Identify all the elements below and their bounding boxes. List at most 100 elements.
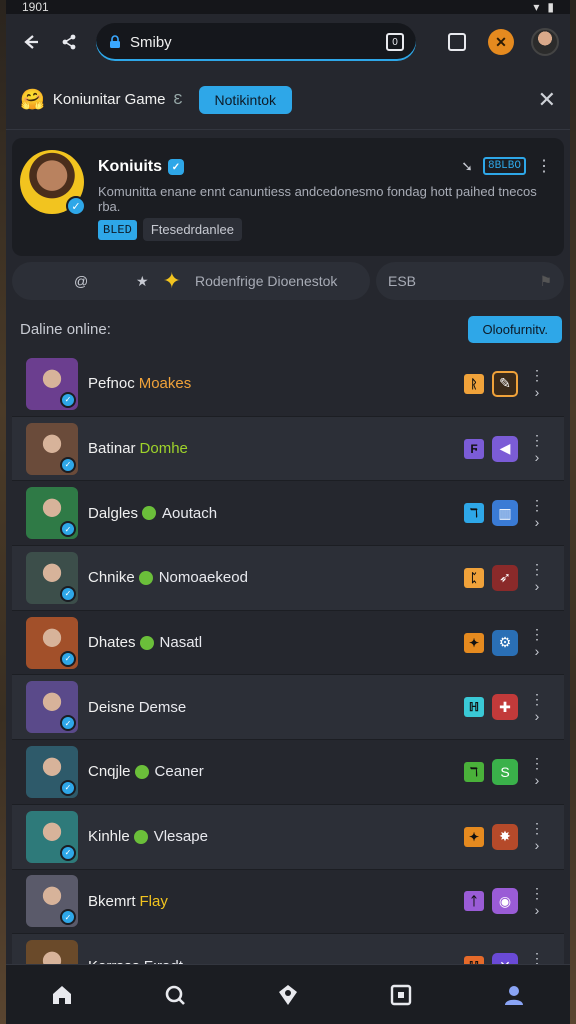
profile-name: Koniuits (98, 158, 162, 175)
tabs-icon[interactable] (440, 25, 474, 59)
member-status: Aoutach (162, 504, 218, 522)
member-avatar[interactable]: ✓ (26, 551, 78, 604)
member-row[interactable]: ✓ Deisne Demse ℍ ✚ ⋮ › (12, 675, 564, 741)
member-avatar[interactable]: ✓ (26, 745, 78, 798)
action-pill-main[interactable]: @ ★ ✦ Rodenfrige Dioenestok (12, 262, 370, 300)
group-emoji: 🤗 (20, 89, 45, 111)
profile-tag-code[interactable]: BLED (98, 219, 137, 240)
row-more-icon[interactable]: ⋮ › (526, 885, 548, 918)
member-avatar[interactable]: ✓ (26, 681, 78, 734)
row-more-icon[interactable]: ⋮ › (526, 820, 548, 853)
member-list: ✓ Pefnoc Moakes ᚱ ✎ ⋮ › ✓ Batinar Domhe … (12, 352, 564, 999)
role-icon[interactable]: ℸ (464, 503, 484, 524)
lock-icon (110, 35, 120, 48)
more-options-icon[interactable]: ⋮ (536, 156, 552, 176)
member-status: Nasatl (159, 634, 203, 652)
member-row[interactable]: ✓ Dhates Nasatl ✦ ⚙ ⋮ › (12, 610, 564, 676)
member-name: Pefnoc (88, 375, 135, 393)
member-name: Chnike (88, 569, 135, 587)
status-bar: 1901 ▾ ▮ (6, 0, 570, 14)
game-icon[interactable]: ✎ (492, 370, 518, 397)
row-more-icon[interactable]: ⋮ › (526, 691, 548, 724)
member-row[interactable]: ✓ Chnike Nomoaekeod ᛈ ➶ ⋮ › (12, 546, 564, 611)
at-icon[interactable]: @ (74, 273, 88, 289)
online-dot-icon (142, 506, 157, 521)
profile-description: Komunitta enane ennt canuntiess andcedon… (98, 184, 537, 214)
role-icon[interactable]: ✦ (464, 826, 484, 847)
member-status: Vlesape (153, 828, 208, 846)
role-icon[interactable]: ℍ (464, 697, 484, 718)
game-icon[interactable]: ⚙ (492, 629, 518, 656)
member-avatar[interactable]: ✓ (26, 357, 78, 410)
search-bar[interactable]: 0 (96, 23, 416, 61)
tab-counter-icon[interactable]: 0 (386, 33, 404, 51)
home-icon[interactable] (40, 973, 84, 1017)
star-icon[interactable]: ★ (136, 273, 149, 290)
online-dot-icon (133, 829, 148, 844)
bottom-nav (6, 964, 570, 1024)
member-row[interactable]: ✓ Bkemrt Flay ᛏ ◉ ⋮ › (12, 869, 564, 935)
game-icon[interactable]: ◀ (492, 435, 518, 462)
row-more-icon[interactable]: ⋮ › (526, 432, 548, 465)
game-icon[interactable]: ➶ (492, 564, 518, 591)
role-icon[interactable]: Ϝ (464, 438, 484, 459)
role-icon[interactable]: ᛏ (464, 891, 484, 912)
role-icon[interactable]: ✦ (464, 632, 484, 653)
square-icon[interactable] (379, 973, 423, 1017)
verified-icon: ✓ (60, 650, 76, 667)
account-avatar[interactable] (528, 25, 562, 59)
search-input[interactable] (130, 33, 378, 51)
code-badge[interactable]: 8BLBO (482, 157, 526, 175)
verified-badge-icon: ✓ (168, 159, 184, 175)
member-avatar[interactable]: ✓ (26, 422, 78, 475)
game-icon[interactable]: ◉ (492, 888, 518, 915)
member-status: Ceaner (154, 763, 204, 781)
search-icon[interactable] (153, 973, 197, 1017)
role-icon[interactable]: ᚱ (464, 373, 484, 394)
share-icon[interactable] (52, 25, 86, 59)
game-icon[interactable]: ✚ (492, 694, 518, 721)
row-more-icon[interactable]: ⋮ › (526, 497, 548, 530)
online-dot-icon (138, 570, 153, 585)
member-name: Dalgles (88, 504, 139, 522)
profile-icon[interactable] (492, 973, 536, 1017)
member-name: Kinhle (88, 828, 130, 846)
member-row[interactable]: ✓ Cnqjle Ceaner ℸ S ⋮ › (12, 740, 564, 805)
row-more-icon[interactable]: ⋮ › (526, 367, 548, 400)
member-row[interactable]: ✓ Batinar Domhe Ϝ ◀ ⋮ › (12, 416, 564, 482)
action-row: @ ★ ✦ Rodenfrige Dioenestok ESB ⚑ (6, 256, 570, 306)
section-action-button[interactable]: Oloofurnitv. (468, 315, 562, 343)
verified-icon: ✓ (60, 779, 76, 796)
back-icon[interactable] (14, 25, 48, 59)
role-icon[interactable]: ℸ (464, 761, 484, 782)
profile-tag-text[interactable]: Ftesedrdanlee (142, 218, 242, 241)
online-dot-icon (139, 635, 154, 650)
extension-icon[interactable]: ✕ (484, 25, 518, 59)
profile-card: ✓ Koniuits ✓ Komunitta enane ennt canunt… (12, 138, 564, 256)
row-more-icon[interactable]: ⋮ › (526, 626, 548, 659)
top-bar: 0 ✕ (6, 14, 570, 70)
game-icon[interactable]: ▥ (492, 500, 518, 527)
action-pill-side[interactable]: ESB ⚑ (376, 262, 564, 300)
game-icon[interactable]: S (492, 758, 518, 785)
notifications-button[interactable]: Notikintok (198, 85, 292, 114)
group-title: Koniunitar Game (52, 91, 166, 108)
flag-icon[interactable]: ⚑ (539, 273, 552, 290)
member-row[interactable]: ✓ Kinhle Vlesape ✦ ✸ ⋮ › (12, 804, 564, 870)
member-avatar[interactable]: ✓ (26, 487, 78, 540)
member-avatar[interactable]: ✓ (26, 810, 78, 863)
member-row[interactable]: ✓ Pefnoc Moakes ᚱ ✎ ⋮ › (12, 352, 564, 417)
member-name: Bkemrt (88, 892, 136, 910)
profile-avatar[interactable]: ✓ (20, 150, 86, 216)
row-more-icon[interactable]: ⋮ › (526, 755, 548, 788)
role-icon[interactable]: ᛈ (464, 567, 484, 588)
member-row[interactable]: ✓ Dalgles Aoutach ℸ ▥ ⋮ › (12, 481, 564, 547)
row-more-icon[interactable]: ⋮ › (526, 561, 548, 594)
battery-icon: ▮ (547, 0, 554, 14)
member-avatar[interactable]: ✓ (26, 875, 78, 928)
shield-icon[interactable] (266, 973, 310, 1017)
member-avatar[interactable]: ✓ (26, 616, 78, 669)
cursor-icon[interactable]: ➘ (461, 158, 473, 175)
close-icon[interactable]: ✕ (538, 87, 556, 113)
game-icon[interactable]: ✸ (492, 823, 518, 850)
